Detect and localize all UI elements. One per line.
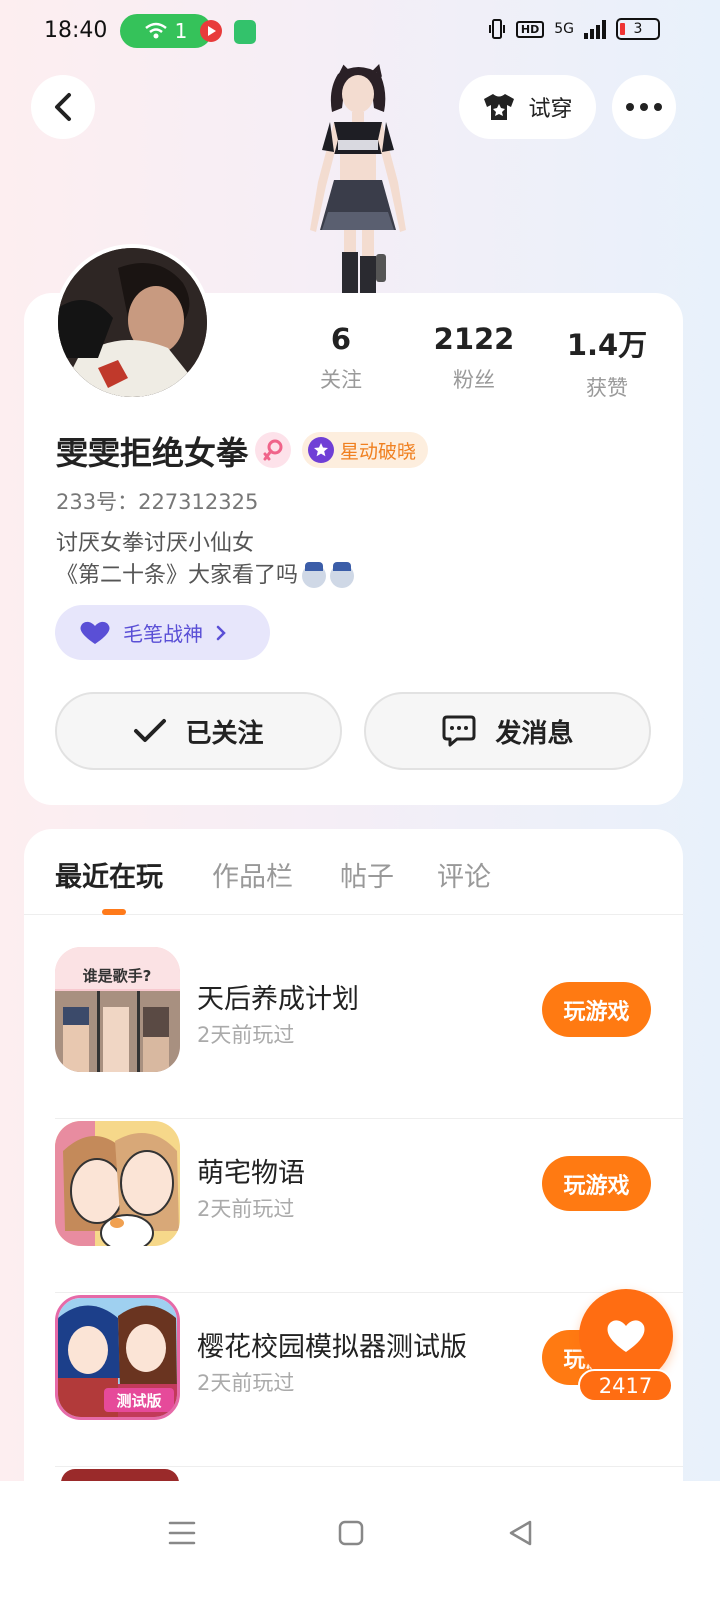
more-dots-icon (626, 103, 634, 111)
message-button[interactable]: 发消息 (364, 692, 651, 770)
tab-recent-play[interactable]: 最近在玩 (55, 855, 163, 894)
signal-icon (584, 19, 606, 39)
stat-label: 获赞 (586, 376, 628, 400)
tab-posts[interactable]: 帖子 (340, 855, 394, 894)
username: 雯雯拒绝女拳 (56, 434, 249, 472)
hd-indicator: HD (515, 20, 545, 38)
back-nav-button[interactable] (496, 1509, 544, 1557)
wifi-hotspot-indicator: 1 (120, 14, 212, 48)
record-icon (200, 20, 222, 42)
game-icon-text: 谁是歌手? (83, 967, 152, 985)
stat-label: 粉丝 (453, 368, 495, 392)
back-button[interactable] (31, 75, 95, 139)
stat-label: 关注 (320, 368, 362, 392)
status-bar: 18:40 1 HD 5G 3 (0, 0, 720, 66)
game-name: 樱花校园模拟器测试版 (197, 1332, 467, 1363)
play-game-button[interactable]: 玩游戏 (542, 982, 651, 1037)
game-last-played: 2天前玩过 (197, 1197, 295, 1221)
menu-icon (168, 1521, 196, 1545)
menu-nav-button[interactable] (158, 1509, 206, 1557)
wifi-count: 1 (174, 19, 188, 43)
rank-badge-label: 星动破晓 (340, 440, 417, 463)
wifi-icon (144, 22, 167, 39)
rank-badge[interactable]: 星动破晓 (302, 432, 429, 468)
chevron-right-icon (216, 625, 226, 640)
home-nav-button[interactable] (327, 1509, 375, 1557)
divider (55, 1118, 683, 1119)
game-last-played: 2天前玩过 (197, 1023, 295, 1047)
stat-likes[interactable]: 1.4万 获赞 (547, 322, 667, 402)
followed-button[interactable]: 已关注 (55, 692, 342, 770)
bio-line: 讨厌女拳讨厌小仙女 (56, 531, 255, 556)
tshirt-icon (484, 94, 515, 120)
divider (55, 1292, 683, 1293)
stat-value: 2122 (433, 322, 515, 356)
game-name: 萌宅物语 (197, 1158, 305, 1189)
bio-line-text: 《第二十条》大家看了吗 (56, 563, 299, 588)
square-icon (338, 1520, 364, 1546)
game-icon: 谁是歌手? (55, 947, 180, 1072)
system-nav-bar (0, 1481, 720, 1600)
stat-value: 6 (330, 322, 352, 356)
followed-label: 已关注 (185, 718, 264, 749)
triangle-back-icon (509, 1520, 532, 1546)
chat-bubble-icon (442, 715, 476, 747)
stat-followers[interactable]: 2122 粉丝 (414, 322, 534, 394)
try-on-label: 试穿 (528, 97, 573, 122)
play-game-button[interactable]: 玩游戏 (542, 1156, 651, 1211)
game-icon-text: 测试版 (116, 1392, 161, 1410)
divider (55, 1466, 683, 1467)
battery-level: 3 (633, 21, 643, 37)
message-label: 发消息 (495, 718, 574, 749)
star-icon (308, 437, 334, 463)
tab-works[interactable]: 作品栏 (212, 855, 293, 894)
list-item[interactable]: 萌宅物语 2天前玩过 玩游戏 (55, 1121, 683, 1293)
try-on-button[interactable]: 试穿 (459, 75, 596, 139)
app-notification-icon (234, 20, 256, 44)
bio-line-2: 《第二十条》大家看了吗 (56, 560, 355, 592)
network-type: 5G (554, 21, 574, 37)
game-icon: 测试版 (55, 1295, 180, 1420)
active-tab-indicator (102, 909, 126, 915)
avatar-photo (58, 248, 207, 397)
game-name: 天后养成计划 (197, 984, 359, 1015)
profile-tabs: 最近在玩 作品栏 帖子 评论 (24, 829, 683, 915)
stat-following[interactable]: 6 关注 (281, 322, 401, 394)
title-pill[interactable]: 毛笔战神 (55, 605, 270, 660)
avatar-character-image (310, 64, 406, 296)
battery-icon: 3 (616, 18, 660, 40)
like-count: 2417 (578, 1369, 673, 1402)
game-icon (55, 1121, 180, 1246)
game-last-played: 2天前玩过 (197, 1371, 295, 1395)
stat-value: 1.4万 (566, 328, 648, 362)
heart-icon (80, 621, 110, 644)
status-time: 18:40 (44, 18, 108, 43)
user-bio: 讨厌女拳讨厌小仙女 《第二十条》大家看了吗 (56, 528, 355, 592)
list-item[interactable]: 谁是歌手? 天后养成计划 2天前玩过 玩游戏 (55, 947, 683, 1119)
female-icon (255, 432, 291, 468)
chevron-left-icon (55, 93, 71, 121)
user-id: 233号：227312325 (56, 490, 259, 514)
police-emoji-icon (330, 562, 355, 588)
check-icon (134, 719, 167, 742)
more-button[interactable] (612, 75, 676, 139)
tab-comments[interactable]: 评论 (437, 855, 491, 894)
police-emoji-icon (302, 562, 327, 588)
user-avatar[interactable] (54, 244, 211, 401)
vibrate-icon (488, 19, 505, 39)
status-right: HD 5G 3 (488, 18, 660, 40)
title-pill-label: 毛笔战神 (123, 622, 203, 646)
heart-icon (607, 1320, 645, 1352)
